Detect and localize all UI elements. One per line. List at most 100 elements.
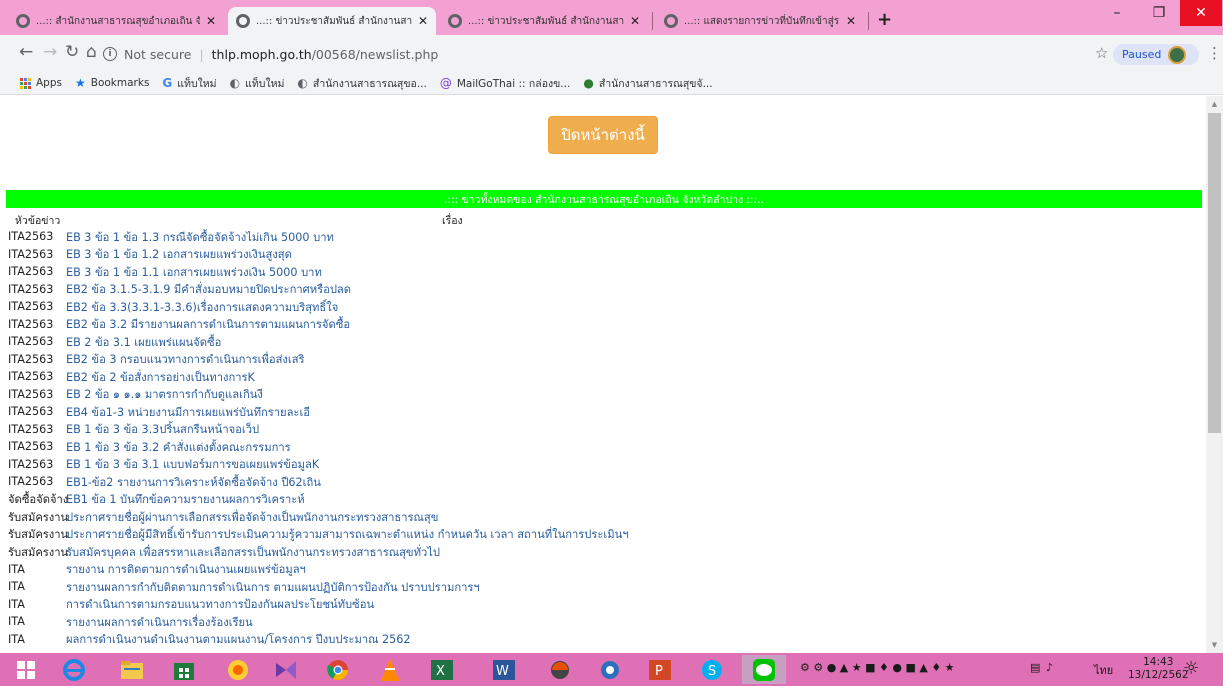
news-title-link[interactable]: EB 1 ข้อ 3 ข้อ 3.3ปริ้นสกรีนหน้าจอเว็ป (66, 420, 259, 438)
bookmark-label: MailGoThai :: กล่องข... (456, 77, 571, 90)
scroll-down-icon[interactable]: ▼ (1206, 638, 1223, 652)
minimize-icon[interactable]: – (1096, 0, 1138, 26)
tab-close-icon[interactable]: ✕ (630, 14, 640, 28)
news-row: ITA2563 EB4 ข้อ1-3 หน่วยงานมีการเผยแพร่บั… (8, 403, 1198, 421)
news-title-link[interactable]: EB 2 ข้อ 3.1 เผยแพร่แผนจัดซื้อ (66, 333, 221, 351)
skype-icon[interactable]: S (690, 655, 734, 684)
vlc-icon[interactable] (368, 655, 412, 684)
news-title-link[interactable]: EB 1 ข้อ 3 ข้อ 3.2 คำสั่งแต่งตั้งคณะกรรม… (66, 438, 291, 456)
news-title-link[interactable]: EB1-ข้อ2 รายงานการวิเคราะห์จัดซื้อจัดจ้า… (66, 473, 321, 491)
excel-icon[interactable]: X (420, 655, 464, 684)
column-header-title: เรื่อง (442, 215, 463, 227)
news-category: ITA (8, 580, 25, 594)
bookmark-bookmarks[interactable]: ★ Bookmarks (75, 76, 149, 90)
news-title-link[interactable]: EB 3 ข้อ 1 ข้อ 1.3 กรณีจัดซื้อจัดจ้างไม่… (66, 228, 334, 246)
bookmark-mailgothai[interactable]: @ MailGoThai :: กล่องข... (440, 75, 570, 92)
site-icon: ● (583, 76, 594, 90)
chrome-icon[interactable] (316, 655, 360, 684)
bookmark-provincial-office[interactable]: ● สำนักงานสาธารณสุขจั... (583, 75, 712, 92)
browser-tab[interactable]: ...:: แสดงรายการข่าวที่บันทึกเข้าสู่ระบ … (656, 7, 864, 35)
bookmark-newtab[interactable]: ◐ แท็บใหม่ (230, 75, 285, 92)
menu-icon[interactable]: ⋮ (1207, 44, 1222, 62)
news-title-link[interactable]: รับสมัครบุคคล เพื่อสรรหาและเลือกสรรเป็นพ… (66, 543, 440, 561)
news-title-link[interactable]: การดำเนินการตามกรอบแนวทางการป้องกันผลประ… (66, 595, 374, 613)
news-title-link[interactable]: EB 2 ข้อ ๑ ๑.๑ มาตรการกำกับดูแลเกินงี (66, 385, 263, 403)
tab-separator (652, 12, 653, 30)
news-title-link[interactable]: EB 3 ข้อ 1 ข้อ 1.2 เอกสารเผยแพร่วงเงินสู… (66, 245, 292, 263)
news-row: ITA2563 EB 3 ข้อ 1 ข้อ 1.3 กรณีจัดซื้อจัด… (8, 228, 1198, 246)
news-title-link[interactable]: รายงานผลการดำเนินการเรื่องร้องเรียน (66, 613, 253, 631)
news-row: ITA2563 EB 1 ข้อ 3 ข้อ 3.1 แบบฟอร์มการขอเ… (8, 456, 1198, 474)
news-title-link[interactable]: EB1 ข้อ 1 บันทึกข้อความรายงานผลการวิเครา… (66, 490, 305, 508)
news-title-link[interactable]: ประกาศรายชื่อผู้มีสิทธิ์เข้ารับการประเมิ… (66, 525, 629, 543)
word-icon[interactable]: W (482, 655, 526, 684)
tab-strip: ...:: สำนักงานสาธารณสุขอำเภอเถิน จั ✕ ..… (0, 0, 1223, 35)
forward-arrow-icon[interactable]: → (43, 42, 57, 62)
browser-tab[interactable]: ...:: สำนักงานสาธารณสุขอำเภอเถิน จั ✕ (8, 7, 224, 35)
line-icon[interactable] (742, 655, 786, 684)
browser-tab-active[interactable]: ...:: ข่าวประชาสัมพันธ์ สำนักงานสาธา ✕ (228, 7, 436, 35)
profile-button[interactable]: Paused (1113, 44, 1199, 65)
news-category: ITA2563 (8, 422, 54, 436)
news-category: ITA2563 (8, 282, 54, 296)
system-clock[interactable]: 14:43 13/12/2562 (1128, 656, 1189, 682)
news-title-link[interactable]: รายงาน การติดตามการดำเนินงานเผยแพร่ข้อมู… (66, 560, 306, 578)
svg-text:X: X (436, 664, 445, 679)
news-row: ITA2563 EB 2 ข้อ ๑ ๑.๑ มาตรการกำกับดูแลเก… (8, 386, 1198, 404)
address-bar[interactable]: i Not secure | thlp.moph.go.th /00568/ne… (103, 41, 1088, 67)
home-icon[interactable]: ⌂ (86, 42, 97, 62)
news-title-link[interactable]: EB2 ข้อ 3.3(3.3.1-3.3.6)เรื่องการแสดงควา… (66, 298, 338, 316)
window-close-icon[interactable]: ✕ (1180, 0, 1222, 26)
news-category: ITA (8, 632, 25, 646)
file-explorer-icon[interactable] (110, 655, 154, 684)
news-title-link[interactable]: ผลการดำเนินงานดำเนินงานตามแผนงาน/โครงการ… (66, 630, 411, 648)
news-title-link[interactable]: รายงานผลการกำกับติดตามการดำเนินการ ตามแผ… (66, 578, 480, 596)
news-row: ITA2563 EB1-ข้อ2 รายงานการวิเคราะห์จัดซื้… (8, 473, 1198, 491)
scroll-up-icon[interactable]: ▲ (1206, 97, 1223, 111)
news-title-link[interactable]: EB2 ข้อ 3.2 มีรายงานผลการดำเนินการตามแผน… (66, 315, 350, 333)
bookmark-health-office[interactable]: ◐ สำนักงานสาธารณสุขอ... (297, 75, 426, 92)
bookmark-newtab-google[interactable]: G แท็บใหม่ (162, 75, 216, 92)
tab-close-icon[interactable]: ✕ (418, 14, 428, 28)
back-arrow-icon[interactable]: ← (19, 42, 33, 62)
news-title-link[interactable]: EB2 ข้อ 3 กรอบแนวทางการดำเนินการเพื่อส่ง… (66, 350, 305, 368)
internet-explorer-icon[interactable] (52, 655, 96, 684)
volume-icon[interactable]: ♪ (1046, 661, 1053, 674)
app-icon[interactable] (588, 655, 632, 684)
tab-close-icon[interactable]: ✕ (206, 14, 216, 28)
news-title-link[interactable]: ประกาศรายชื่อผู้ผ่านการเลือกสรรเพื่อจัดจ… (66, 508, 438, 526)
clock-date: 13/12/2562 (1128, 669, 1189, 681)
close-window-button[interactable]: ปิดหน้าต่างนี้ (548, 116, 658, 154)
powerpoint-icon[interactable]: P (638, 655, 682, 684)
news-category: ITA (8, 597, 25, 611)
news-row: จัดซื้อจัดจ้าง EB1 ข้อ 1 บันทึกข้อความราย… (8, 491, 1198, 509)
bookmark-star-icon[interactable]: ☆ (1095, 44, 1108, 62)
system-tray-icons[interactable]: ⚙ ⚙ ● ▲ ★ ■ ♦ ● ■ ▲ ♦ ★ (800, 661, 955, 674)
news-title-link[interactable]: EB 1 ข้อ 3 ข้อ 3.1 แบบฟอร์มการขอเผยแพร่ข… (66, 455, 319, 473)
globe-icon (664, 14, 678, 28)
brightness-icon[interactable]: ☼ (1183, 658, 1199, 679)
news-category: ITA2563 (8, 352, 54, 366)
news-title-link[interactable]: EB2 ข้อ 2 ข้อสั่งการอย่างเป็นทางการK (66, 368, 255, 386)
browser-tab[interactable]: ...:: ข่าวประชาสัมพันธ์ สำนักงานสาธา ✕ (440, 7, 648, 35)
news-title-link[interactable]: EB 3 ข้อ 1 ข้อ 1.1 เอกสารเผยแพร่วงเงิน 5… (66, 263, 322, 281)
input-language[interactable]: ไทย (1094, 661, 1113, 679)
app-icon[interactable] (538, 655, 582, 684)
news-row: ITA2563 EB2 ข้อ 3.2 มีรายงานผลการดำเนินกา… (8, 316, 1198, 334)
tab-close-icon[interactable]: ✕ (846, 14, 856, 28)
news-title-link[interactable]: EB2 ข้อ 3.1.5-3.1.9 มีคำสั่งมอบหมายปิดปร… (66, 280, 351, 298)
visual-studio-icon[interactable] (264, 655, 308, 684)
news-title-link[interactable]: EB4 ข้อ1-3 หน่วยงานมีการเผยแพร่บันทึกราย… (66, 403, 310, 421)
scrollbar-thumb[interactable] (1208, 113, 1221, 433)
new-tab-button[interactable]: + (877, 9, 892, 30)
globe-icon (236, 14, 250, 28)
network-icon[interactable]: ▤ (1030, 661, 1040, 674)
windows-start-icon[interactable] (4, 655, 48, 684)
media-app-icon[interactable] (216, 655, 260, 684)
mail-icon: @ (439, 76, 452, 90)
reload-icon[interactable]: ↻ (65, 42, 79, 62)
store-icon[interactable] (162, 655, 206, 684)
bookmark-apps[interactable]: Apps (20, 77, 62, 89)
info-icon[interactable]: i (103, 47, 117, 61)
restore-icon[interactable]: ❐ (1138, 0, 1180, 26)
